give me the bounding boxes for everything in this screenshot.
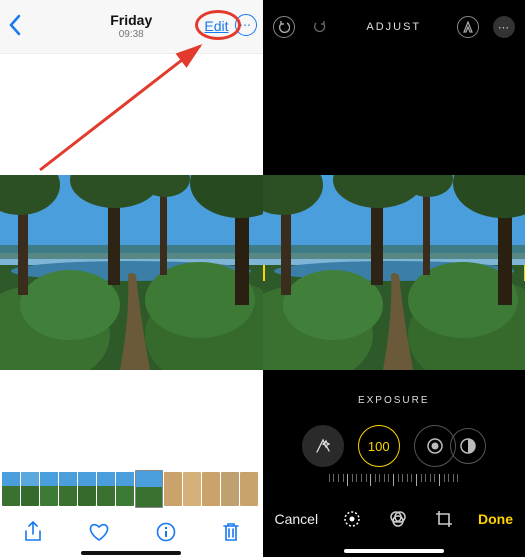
crop-handle-left[interactable] [263,265,265,281]
adjustment-ruler[interactable] [329,474,459,488]
thumbnail[interactable] [202,472,220,506]
editor-footer: Cancel Done [263,499,525,539]
editor-mode-title: ADJUST [366,21,421,33]
crop-tab-icon[interactable] [434,509,454,529]
photo-date-title: Friday 09:38 [110,13,152,39]
adjustment-name-label: EXPOSURE [263,395,525,406]
exposure-value: 100 [368,439,390,454]
trash-icon[interactable] [222,521,240,549]
more-options-button[interactable]: ⋯ [235,14,257,36]
editor-mode-tabs [342,509,454,529]
viewer-header: Friday 09:38 Edit ⋯ [0,0,263,54]
ellipsis-icon: ⋯ [239,18,252,32]
thumbnail[interactable] [59,472,77,506]
more-icon[interactable]: ⋯ [493,16,515,38]
heart-icon[interactable] [88,522,110,548]
filters-tab-icon[interactable] [388,509,408,529]
editor-header: ADJUST ⋯ [263,0,525,54]
markup-icon[interactable] [457,16,479,38]
time-label: 09:38 [110,29,152,40]
photo-editor-pane: ADJUST ⋯ [263,0,525,557]
cancel-button[interactable]: Cancel [275,511,319,527]
thumbnail[interactable] [97,472,115,506]
photos-viewer-pane: Friday 09:38 Edit ⋯ [0,0,263,557]
home-indicator[interactable] [344,549,444,553]
thumbnail[interactable] [21,472,39,506]
undo-icon[interactable] [273,16,295,38]
thumbnail[interactable] [78,472,96,506]
done-button[interactable]: Done [478,511,513,527]
exposure-dial[interactable]: 100 [358,425,400,467]
thumbnail-strip[interactable] [0,469,263,509]
thumbnail[interactable] [221,472,239,506]
highlights-dial[interactable] [450,428,486,464]
edit-button[interactable]: Edit [204,18,228,34]
main-photo[interactable] [0,175,263,370]
thumbnail-selected[interactable] [135,470,163,508]
auto-enhance-dial[interactable] [302,425,344,467]
back-button[interactable] [8,14,22,42]
thumbnail[interactable] [183,472,201,506]
info-icon[interactable] [156,522,176,548]
thumbnail[interactable] [240,472,258,506]
adjust-tab-icon[interactable] [342,509,362,529]
home-indicator[interactable] [81,551,181,555]
redo-icon[interactable] [309,16,331,38]
thumbnail[interactable] [2,472,20,506]
share-icon[interactable] [23,521,43,549]
day-label: Friday [110,13,152,28]
thumbnail[interactable] [116,472,134,506]
thumbnail[interactable] [164,472,182,506]
thumbnail[interactable] [40,472,58,506]
editor-photo[interactable] [263,175,525,370]
adjustment-dials[interactable]: 100 [263,418,525,474]
